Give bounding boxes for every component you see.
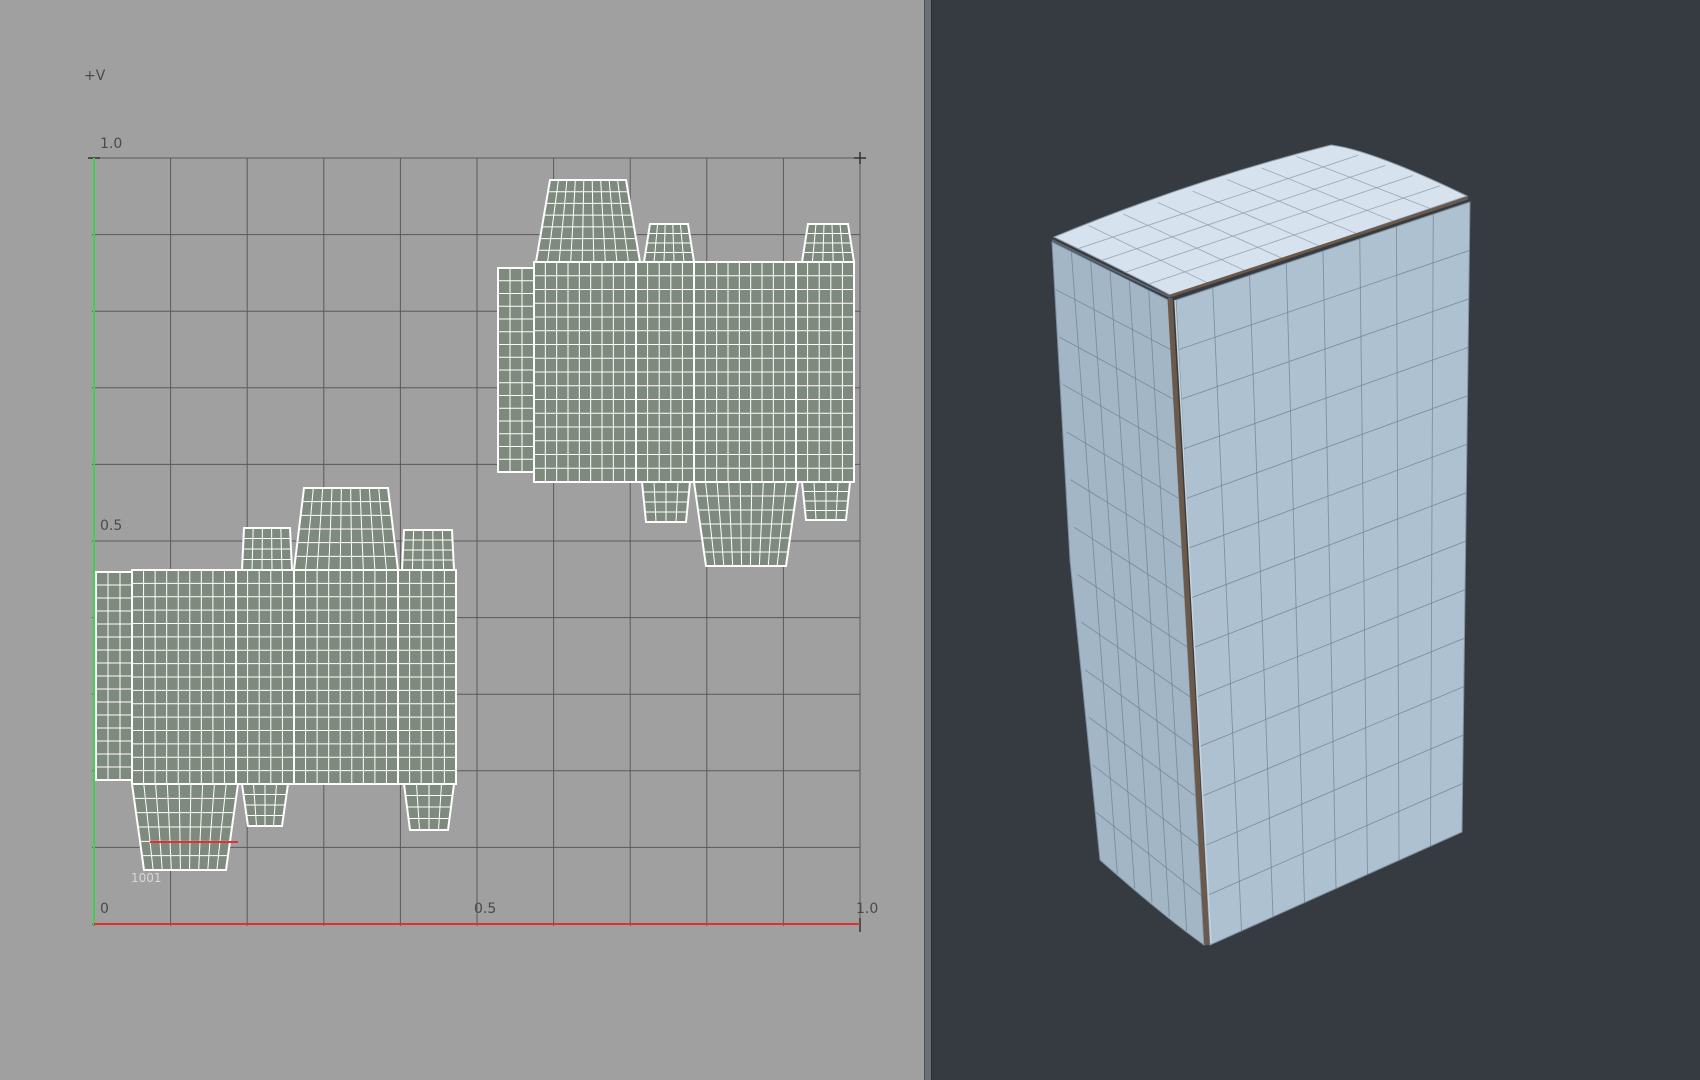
u-tick-label-0: 0	[100, 901, 109, 917]
uv-panel-side-1	[131, 569, 237, 785]
perspective-viewport[interactable]	[932, 0, 1700, 1080]
uv-panel-side-2	[235, 569, 295, 785]
uv-bottom-flap-large	[130, 783, 240, 871]
uv-panel-front-b	[693, 261, 797, 483]
uv-panel-side-2-b	[635, 261, 695, 483]
box-3d-model[interactable]	[1051, 144, 1471, 947]
uv-top-flap-small-1-b	[642, 223, 696, 263]
uv-shell-box-unwrap-2[interactable]	[497, 179, 856, 567]
v-tick-label-05: 0.5	[100, 518, 122, 534]
uv-shell-box-unwrap-1[interactable]	[95, 487, 457, 871]
uv-panel-side-3	[397, 569, 457, 785]
v-axis-label: +V	[84, 68, 106, 84]
uv-bottom-flap-small-2	[402, 783, 456, 831]
uv-tile-label: 1001	[131, 871, 162, 885]
uv-panel-side-3-b	[795, 261, 855, 483]
uv-top-flap-small-1	[240, 527, 294, 571]
uv-top-flap-small-2	[400, 529, 456, 571]
u-tick-label-05: 0.5	[474, 901, 496, 917]
uv-panel-side-1-b	[533, 261, 637, 483]
uv-bottom-flap-small-2-b	[800, 481, 852, 521]
app-window: +V 1.0 0.5 0 0.5 1.0 1001	[0, 0, 1700, 1080]
uv-side-flap-left	[95, 571, 133, 781]
uv-bottom-flap-large-b	[692, 481, 800, 567]
uv-top-flap-small-2-b	[800, 223, 856, 263]
uv-editor-viewport[interactable]: +V 1.0 0.5 0 0.5 1.0 1001	[0, 0, 924, 1080]
uv-side-flap-left-b	[497, 267, 535, 473]
perspective-canvas[interactable]	[932, 0, 1700, 1080]
uv-top-flap-large-b	[534, 179, 642, 263]
uv-bottom-flap-small-1-b	[640, 481, 692, 523]
uv-editor-canvas[interactable]: +V 1.0 0.5 0 0.5 1.0 1001	[0, 0, 924, 1080]
v-tick-label-1: 1.0	[100, 136, 122, 152]
u-tick-label-1: 1.0	[856, 901, 878, 917]
uv-top-flap-large-b-outline	[534, 179, 642, 263]
uv-panel-front	[293, 569, 399, 785]
uv-top-flap-large	[292, 487, 400, 571]
uv-bottom-flap-small-1	[240, 783, 290, 827]
viewport-divider[interactable]	[924, 0, 932, 1080]
